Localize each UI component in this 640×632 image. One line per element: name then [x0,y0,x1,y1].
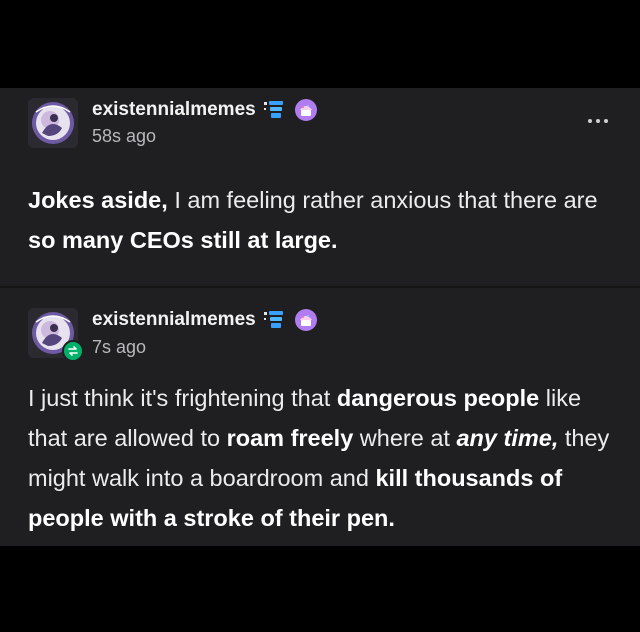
avatar[interactable] [28,98,78,148]
post-timestamp: 58s ago [92,126,157,146]
cupcake-badge-icon[interactable] [294,308,318,332]
post-body: Jokes aside, I am feeling rather anxious… [28,180,616,260]
text-segment: so many CEOs still at large. [28,227,338,253]
text-segment: Jokes aside, [28,187,168,213]
post-1: existennialmemes 58s ago Jokes aside, I … [0,88,640,286]
post-timestamp: 7s ago [92,337,147,357]
username[interactable]: existennialmemes [92,99,256,121]
text-segment: I just think it's frightening that [28,385,337,411]
text-segment: I am feeling rather anxious that there a… [167,187,598,213]
text-segment: roam freely [226,425,354,451]
stacked-cups-badge-icon[interactable] [262,308,288,332]
text-segment: any time, [456,425,559,451]
post-thread: existennialmemes 58s ago Jokes aside, I … [0,88,640,546]
avatar-image [28,98,78,148]
more-options-icon[interactable] [584,114,612,128]
text-segment: where at [353,425,457,451]
post-2: existennialmemes 7s ago I just think it'… [0,288,640,546]
stacked-cups-badge-icon[interactable] [262,98,288,122]
post-body: I just think it's frightening that dange… [28,378,616,538]
username[interactable]: existennialmemes [92,309,256,331]
text-segment: dangerous people [336,385,540,411]
reblog-icon [62,340,84,362]
cupcake-badge-icon[interactable] [294,98,318,122]
